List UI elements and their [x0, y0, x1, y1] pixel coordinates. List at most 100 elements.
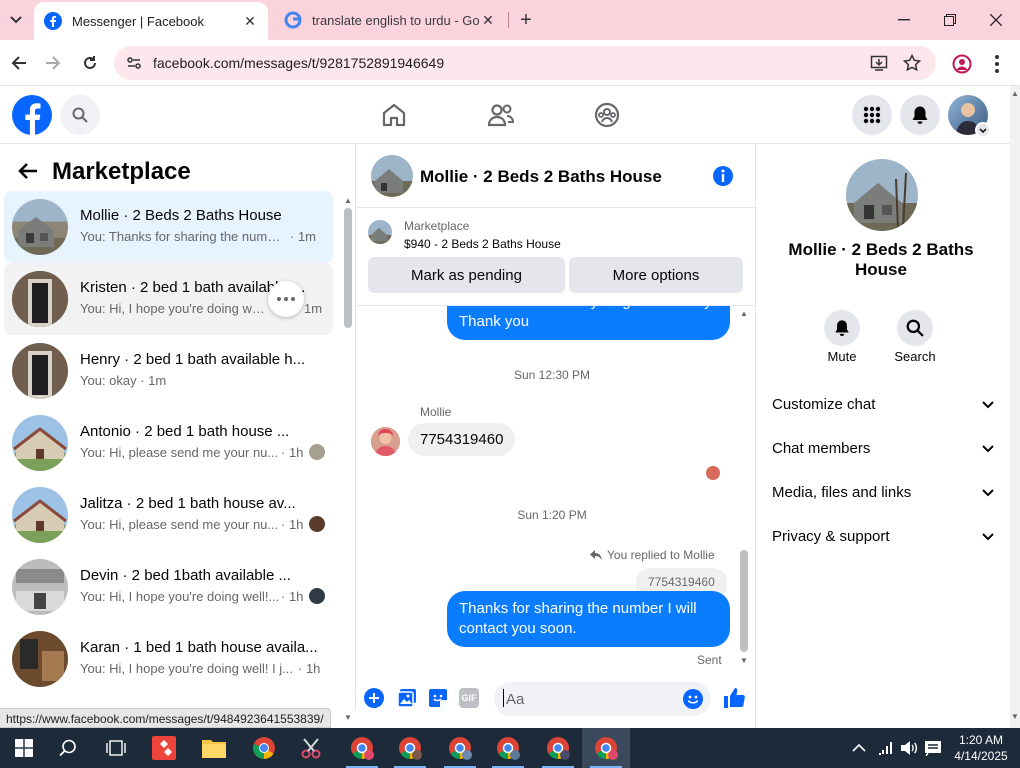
- conversation-options-button[interactable]: [268, 281, 304, 317]
- section-label: Media, files and links: [772, 484, 912, 501]
- new-tab-button[interactable]: +: [514, 8, 538, 32]
- taskbar-chrome-active[interactable]: [582, 728, 630, 768]
- system-clock[interactable]: 1:20 AM 4/14/2025: [950, 732, 1012, 764]
- chat-avatar[interactable]: [371, 155, 413, 197]
- conversation-item[interactable]: Kristen · 2 bed 1 bath available h... Yo…: [4, 263, 333, 335]
- thread-scrollbar[interactable]: [740, 550, 748, 652]
- taskbar-chrome-profile[interactable]: [534, 728, 582, 768]
- conversation-item[interactable]: Devin · 2 bed 1bath available ... You: H…: [4, 551, 333, 623]
- house-photo-icon: [371, 155, 413, 197]
- account-dropdown[interactable]: [975, 122, 991, 138]
- tab-translate[interactable]: translate english to urdu - Goog ✕: [274, 0, 506, 40]
- chevron-down-icon: [10, 16, 22, 24]
- notifications-button[interactable]: [900, 95, 940, 135]
- message-timestamp: Sun 1:20 PM: [517, 508, 587, 522]
- close-tab-icon[interactable]: ✕: [480, 12, 496, 28]
- home-icon[interactable]: [381, 102, 407, 128]
- scroll-up-icon[interactable]: ▲: [344, 196, 352, 205]
- listing-avatar: [12, 631, 68, 687]
- chat-panel: Mollie · 2 Beds 2 Baths House Marketplac…: [357, 144, 755, 728]
- reload-icon: [84, 56, 96, 69]
- info-icon[interactable]: [712, 165, 734, 187]
- browser-tab-strip: Messenger | Facebook ✕ translate english…: [0, 0, 1020, 40]
- scroll-down-icon[interactable]: ▼: [344, 713, 352, 722]
- outgoing-message[interactable]: can coordinate everything more easily. T…: [447, 306, 730, 340]
- maximize-button[interactable]: [930, 6, 970, 34]
- listing-price-title[interactable]: $940 - 2 Beds 2 Baths House: [404, 237, 561, 251]
- taskbar-app-anydesk[interactable]: [140, 728, 188, 768]
- network-icon[interactable]: [877, 740, 895, 756]
- chevron-down-icon: [982, 400, 994, 408]
- bookmark-star-icon[interactable]: [903, 54, 921, 72]
- gif-icon[interactable]: GIF: [459, 688, 479, 708]
- details-avatar[interactable]: [846, 159, 918, 231]
- conversation-list-scrollbar[interactable]: [344, 208, 352, 328]
- close-icon: [990, 14, 1002, 26]
- photo-icon[interactable]: [397, 688, 417, 708]
- mute-button[interactable]: [824, 310, 860, 346]
- groups-icon[interactable]: [594, 102, 620, 128]
- tab-search-dropdown[interactable]: [4, 8, 28, 32]
- search-in-chat-button[interactable]: [897, 310, 933, 346]
- site-settings-icon[interactable]: [126, 55, 142, 71]
- sticker-icon[interactable]: [428, 688, 448, 708]
- chevron-up-icon[interactable]: [852, 742, 866, 752]
- customize-chat-section[interactable]: Customize chat: [772, 396, 994, 413]
- scroll-up-icon[interactable]: ▲: [740, 309, 748, 318]
- message-input[interactable]: Aa: [494, 682, 711, 716]
- omnibox[interactable]: facebook.com/messages/t/9281752891946649: [114, 46, 936, 80]
- conversation-item[interactable]: Antonio · 2 bed 1 bath house ... You: Hi…: [4, 407, 333, 479]
- restore-icon: [944, 14, 956, 26]
- back-button[interactable]: [6, 50, 32, 76]
- taskbar-chrome-profile[interactable]: [338, 728, 386, 768]
- start-button[interactable]: [0, 728, 48, 768]
- friends-icon[interactable]: [487, 102, 515, 128]
- listing-thumbnail[interactable]: [368, 220, 392, 244]
- facebook-logo-icon[interactable]: [12, 95, 52, 135]
- back-arrow-icon[interactable]: [18, 162, 38, 180]
- install-app-icon[interactable]: [870, 54, 888, 72]
- close-tab-icon[interactable]: ✕: [242, 13, 258, 29]
- language-keyboard-icon[interactable]: [924, 740, 942, 756]
- thumbs-up-icon[interactable]: [723, 687, 745, 709]
- chat-title[interactable]: Mollie · 2 Beds 2 Baths House: [420, 167, 662, 187]
- read-receipt-avatar: [309, 444, 325, 460]
- sender-avatar[interactable]: [371, 427, 400, 456]
- taskbar-app-explorer[interactable]: [190, 728, 238, 768]
- conversation-item[interactable]: Henry · 2 bed 1 bath available h... You:…: [4, 335, 333, 407]
- taskbar-chrome-profile[interactable]: [484, 728, 532, 768]
- scroll-down-icon[interactable]: ▼: [1011, 712, 1019, 721]
- emoji-icon[interactable]: [683, 689, 703, 709]
- scroll-down-icon[interactable]: ▼: [740, 656, 748, 665]
- taskbar-app-snipping[interactable]: [288, 728, 336, 768]
- page-scrollbar[interactable]: ▲ ▼: [1010, 86, 1020, 728]
- outgoing-message[interactable]: Thanks for sharing the number I will con…: [447, 591, 730, 647]
- close-window-button[interactable]: [976, 6, 1016, 34]
- more-options-button[interactable]: More options: [569, 257, 743, 293]
- tab-messenger[interactable]: Messenger | Facebook ✕: [34, 2, 268, 40]
- chat-members-section[interactable]: Chat members: [772, 440, 994, 457]
- profile-icon[interactable]: [952, 54, 972, 74]
- forward-button[interactable]: [40, 50, 66, 76]
- add-icon[interactable]: [364, 688, 384, 708]
- privacy-support-section[interactable]: Privacy & support: [772, 528, 994, 545]
- browser-menu-icon[interactable]: [994, 54, 1000, 74]
- conversation-item[interactable]: Mollie · 2 Beds 2 Baths House You: Thank…: [4, 191, 333, 263]
- media-files-links-section[interactable]: Media, files and links: [772, 484, 994, 501]
- facebook-search-button[interactable]: [60, 95, 100, 135]
- minimize-button[interactable]: [884, 6, 924, 34]
- taskbar-chrome-profile[interactable]: [436, 728, 484, 768]
- scroll-up-icon[interactable]: ▲: [1011, 89, 1019, 98]
- incoming-message[interactable]: 7754319460: [408, 423, 516, 456]
- task-view-button[interactable]: [92, 728, 140, 768]
- mark-as-pending-button[interactable]: Mark as pending: [368, 257, 565, 293]
- taskbar-search-button[interactable]: [44, 728, 92, 768]
- taskbar-app-chrome[interactable]: [240, 728, 288, 768]
- taskbar-chrome-profile[interactable]: [386, 728, 434, 768]
- conversation-time: · 1h: [281, 517, 304, 532]
- conversation-item[interactable]: Karan · 1 bed 1 bath house availa... You…: [4, 623, 333, 695]
- volume-icon[interactable]: [900, 740, 918, 756]
- conversation-item[interactable]: Jalitza · 2 bed 1 bath house av... You: …: [4, 479, 333, 551]
- reload-button[interactable]: [77, 50, 103, 76]
- menu-button[interactable]: [852, 95, 892, 135]
